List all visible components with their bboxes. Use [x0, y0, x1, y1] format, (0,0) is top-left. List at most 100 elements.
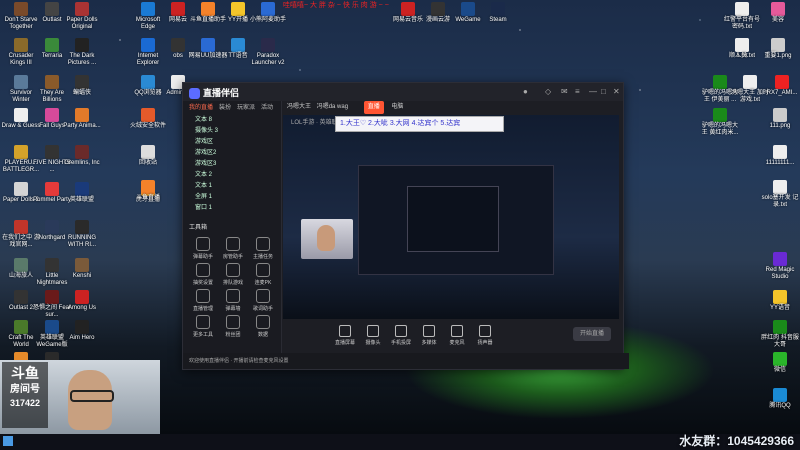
app-titlebar: 直播伴侣 ● ◇ ✉ ≡ — □ ✕ — [183, 83, 623, 101]
desktop-icon[interactable]: 网易云音乐 — [388, 2, 428, 24]
desktop-icon[interactable]: solo塞开发 记录.txt — [760, 180, 800, 209]
desktop-icon-label: The Dark Pictures ... — [67, 53, 97, 66]
avatar-icon[interactable]: ● — [523, 87, 528, 96]
desktop-icon[interactable]: 胖红肉 抖音服大哥 — [760, 320, 800, 349]
camera-feed[interactable] — [301, 219, 353, 259]
desktop-icon-label: Draw & Guess — [1, 123, 41, 129]
tool-button[interactable]: 连麦PK — [249, 263, 277, 286]
tool-button[interactable]: 主播任务 — [249, 237, 277, 260]
scene-item[interactable]: 游戏区3 — [183, 159, 281, 170]
tool-icon — [256, 263, 270, 277]
desktop-icon-label: 微信 — [773, 367, 786, 373]
mail-icon[interactable]: ✉ — [561, 87, 568, 96]
tool-button[interactable]: 数据 — [249, 315, 277, 338]
app-logo: 直播伴侣 — [189, 86, 239, 100]
desktop-icon[interactable]: 蝙蝠侠 — [62, 75, 102, 97]
tool-icon — [196, 289, 210, 303]
desktop-icon[interactable]: 11111111... — [760, 145, 800, 167]
tab-decor[interactable]: 装扮 — [219, 101, 231, 115]
skin-icon[interactable]: ◇ — [545, 87, 551, 96]
stream-title[interactable]: 冯嗯da wag — [317, 104, 348, 110]
minimize-icon[interactable]: — — [589, 87, 597, 96]
desktop-icon[interactable]: Gremlins, Inc — [62, 145, 102, 167]
bottom-tool[interactable]: 多媒体 — [417, 325, 441, 346]
desktop-icon[interactable]: The Dark Pictures ... — [62, 38, 102, 67]
desktop-icon[interactable]: 红警平台有号 密码.txt — [722, 2, 762, 31]
app-icon — [141, 75, 155, 89]
app-icon — [45, 108, 59, 122]
bottom-tool[interactable]: 手机投屏 — [389, 325, 413, 346]
tab-activity[interactable]: 活动 — [261, 101, 273, 115]
scene-item[interactable]: 文本 1 — [183, 181, 281, 192]
desktop-icon[interactable]: RX7_AMI... — [762, 75, 800, 97]
desktop-icon[interactable]: Kenshi — [62, 258, 102, 280]
danmaku-popup[interactable]: 1.大王♡ 2.大呲 3.大网 4.达宾个 5.达宾 — [335, 116, 504, 132]
menu-icon[interactable]: ≡ — [575, 87, 580, 96]
scene-list: 文本 8 摄像头 3 游戏区 游戏区2 游戏区3 文本 2 文本 1 全屏 1 窗口 1 — [183, 115, 281, 214]
tool-button[interactable]: 排队游戏 — [219, 263, 247, 286]
room-brand: 斗鱼 — [11, 365, 39, 381]
scene-item[interactable]: 文本 8 — [183, 115, 281, 126]
tab-my-live[interactable]: 我的直播 — [189, 101, 213, 115]
desktop-icon[interactable]: 英雄联盟 — [62, 182, 102, 204]
desktop-icon[interactable]: 回收站 — [128, 145, 168, 167]
desktop-icon[interactable]: 重要1.png — [758, 38, 798, 60]
desktop-icon[interactable]: Party Anima... — [62, 108, 102, 130]
tool-label: 房管助手 — [222, 254, 243, 260]
desktop-icon[interactable]: 驴嗯的冯嗯大王 黄红肉米... — [700, 108, 740, 137]
desktop-icon[interactable]: Aim Hero — [62, 320, 102, 342]
app-icon — [743, 75, 757, 89]
tool-button[interactable]: 房管助手 — [219, 237, 247, 260]
scene-item[interactable]: 游戏区2 — [183, 148, 281, 159]
desktop-icon-label: 美容 — [771, 17, 784, 23]
tab-players[interactable]: 玩家派 — [237, 101, 255, 115]
desktop-icon[interactable]: Red Magic Studio — [760, 252, 800, 281]
tool-button[interactable]: 弹幕墙 — [219, 289, 247, 312]
room-tag: 斗鱼 房间号 317422 — [2, 362, 48, 428]
desktop-icon[interactable]: RUNNING WITH RI... — [62, 220, 102, 249]
desktop-icon[interactable]: 斗鱼直播 — [128, 180, 168, 202]
desktop-icon[interactable]: Among Us — [62, 290, 102, 312]
app-icon — [75, 290, 89, 304]
desktop-icon[interactable]: 火绒安全软件 — [128, 108, 168, 130]
live-badge[interactable]: 直播 — [363, 101, 384, 114]
desktop-icon[interactable]: Paper Dolls Original — [62, 2, 102, 31]
tool-button[interactable]: 直播管理 — [189, 289, 217, 312]
desktop-icon[interactable]: Steam — [478, 2, 518, 24]
desktop-icon[interactable]: Draw & Guess — [1, 108, 41, 130]
desktop-icon[interactable]: 微信 — [760, 352, 800, 374]
tool-button[interactable]: 弹幕助手 — [189, 237, 217, 260]
close-icon[interactable]: ✕ — [613, 87, 620, 96]
scene-item[interactable]: 全屏 1 — [183, 192, 281, 203]
bottom-tool[interactable]: 摄像头 — [361, 325, 385, 346]
tool-icon — [226, 315, 240, 329]
desktop-icon[interactable]: 111.png — [760, 108, 800, 130]
desktop-icon[interactable]: 小熊阿麦助手 — [248, 2, 288, 24]
desktop-icon[interactable]: Paradox Launcher v2 — [248, 38, 288, 67]
bottom-tool[interactable]: 麦克风 — [445, 325, 469, 346]
desktop-icon[interactable]: 美容 — [758, 2, 798, 24]
app-icon — [141, 2, 155, 16]
tool-button[interactable]: 抽奖设置 — [189, 263, 217, 286]
tool-label: 连麦PK — [254, 280, 272, 286]
tool-button[interactable]: 粉丝团 — [219, 315, 247, 338]
scene-item[interactable]: 摄像头 3 — [183, 126, 281, 137]
desktop-icon-label: 111.png — [769, 123, 791, 129]
tool-label: 主播任务 — [252, 254, 273, 260]
scene-item[interactable]: 窗口 1 — [183, 203, 281, 214]
start-icon[interactable] — [3, 436, 13, 446]
bottom-tool[interactable]: 扬声器 — [473, 325, 497, 346]
start-live-button[interactable]: 开始直播 — [573, 327, 611, 341]
scene-item[interactable]: 文本 2 — [183, 170, 281, 181]
app-icon — [773, 180, 787, 194]
desktop-icon[interactable]: YY语音 — [760, 290, 800, 312]
desktop-icon[interactable]: 顺人员.txt — [722, 38, 762, 60]
tool-button[interactable]: 更多工具 — [189, 315, 217, 338]
tool-button[interactable]: 歌词助手 — [249, 289, 277, 312]
maximize-icon[interactable]: □ — [601, 87, 606, 96]
scene-item[interactable]: 游戏区 — [183, 137, 281, 148]
app-icon — [261, 38, 275, 52]
bottom-tool-label: 扬声器 — [477, 340, 493, 346]
desktop-icon[interactable]: 腾讯QQ — [760, 388, 800, 410]
bottom-tool[interactable]: 直播屏幕 — [333, 325, 357, 346]
